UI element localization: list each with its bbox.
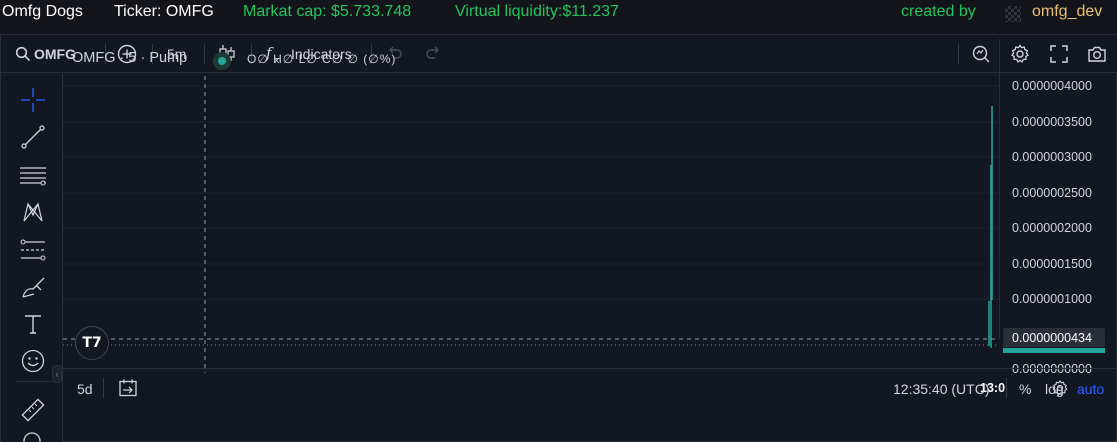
fib-tool[interactable] (18, 160, 48, 190)
toolbar-divider (958, 44, 959, 64)
prediction-icon (20, 239, 46, 261)
screener-icon (972, 45, 990, 63)
pattern-icon (23, 202, 43, 222)
price-tick-label: 0.0000002500 (1012, 186, 1092, 200)
price-tick-label: 0.0000004000 (1012, 79, 1092, 93)
toolbar-divider (103, 378, 104, 398)
crosshair-icon (21, 88, 45, 112)
trendline-tool[interactable] (18, 122, 48, 152)
token-name: Omfg Dogs (2, 3, 83, 20)
redo-icon (426, 46, 439, 59)
auto-scale-toggle[interactable]: auto (1077, 381, 1104, 397)
utc-clock[interactable]: 12:35:40 (UTC) (893, 381, 989, 397)
series-status-indicator (213, 52, 231, 70)
text-tool[interactable] (18, 309, 48, 339)
measure-tool[interactable] (18, 395, 48, 425)
emoji-tool[interactable] (18, 346, 48, 376)
token-info-header: Omfg Dogs Ticker: OMFG Markat cap: $5.73… (0, 0, 1117, 28)
tradingview-logo[interactable]: T7 (75, 326, 109, 360)
goto-date-button[interactable] (118, 378, 138, 401)
price-tick-label: 0.0000003000 (1012, 150, 1092, 164)
trendline-icon (21, 125, 45, 149)
fib-lines-icon (20, 167, 46, 186)
crosshair-tool[interactable] (18, 85, 48, 115)
market-cap-label: Markat cap: $5.733.748 (243, 3, 412, 20)
toolbar-divider (1006, 378, 1007, 398)
pattern-tool[interactable] (18, 197, 48, 227)
percent-scale-toggle[interactable]: % (1019, 381, 1031, 397)
price-tick-label: 0.0000001500 (1012, 257, 1092, 271)
collapse-toolbar-button[interactable]: ‹ (52, 365, 62, 383)
symbol-search-button[interactable]: OMFG (15, 35, 76, 73)
last-price-badge (1003, 348, 1105, 353)
redo-button[interactable] (424, 35, 442, 73)
creator-link[interactable]: omfg_dev (1032, 3, 1102, 21)
created-by-label: created by (901, 3, 976, 20)
zoom-icon (23, 432, 41, 442)
range-5d-button[interactable]: 5d (77, 381, 93, 397)
brush-icon (22, 277, 45, 298)
emoji-icon (21, 349, 45, 373)
tools-divider (15, 381, 51, 382)
virtual-liquidity-label: Virtual liquidity:$11.237 (455, 3, 619, 20)
series-legend-title[interactable]: OMFG · 5 · Pump (72, 50, 187, 66)
quick-search-button[interactable] (971, 35, 991, 73)
ruler-icon (21, 398, 45, 422)
drawing-toolbar (1, 74, 63, 442)
price-tick-label: 0.0000001000 (1012, 292, 1092, 306)
ticker-label: Ticker: OMFG (114, 3, 214, 20)
search-icon (15, 46, 31, 62)
log-scale-toggle[interactable]: log (1045, 381, 1064, 397)
toolbar-divider (204, 44, 205, 64)
symbol-label: OMFG (34, 46, 76, 62)
price-tick-label: 0.0000002000 (1012, 221, 1092, 235)
text-icon (25, 315, 41, 334)
brush-tool[interactable] (18, 272, 48, 302)
ohlc-values: O∅ H∅ L∅ C∅ ∅ (∅%) (247, 52, 397, 66)
zoom-tool[interactable] (18, 430, 48, 442)
price-tick-label: 0.0000003500 (1012, 115, 1092, 129)
prediction-tool[interactable] (18, 235, 48, 265)
creator-avatar-icon (1005, 6, 1021, 22)
bottom-toolbar: 5d 12:35:40 (UTC) % log auto (63, 368, 1117, 408)
current-price-label: 0.0000000434 (1012, 331, 1092, 345)
calendar-goto-icon (119, 379, 137, 397)
